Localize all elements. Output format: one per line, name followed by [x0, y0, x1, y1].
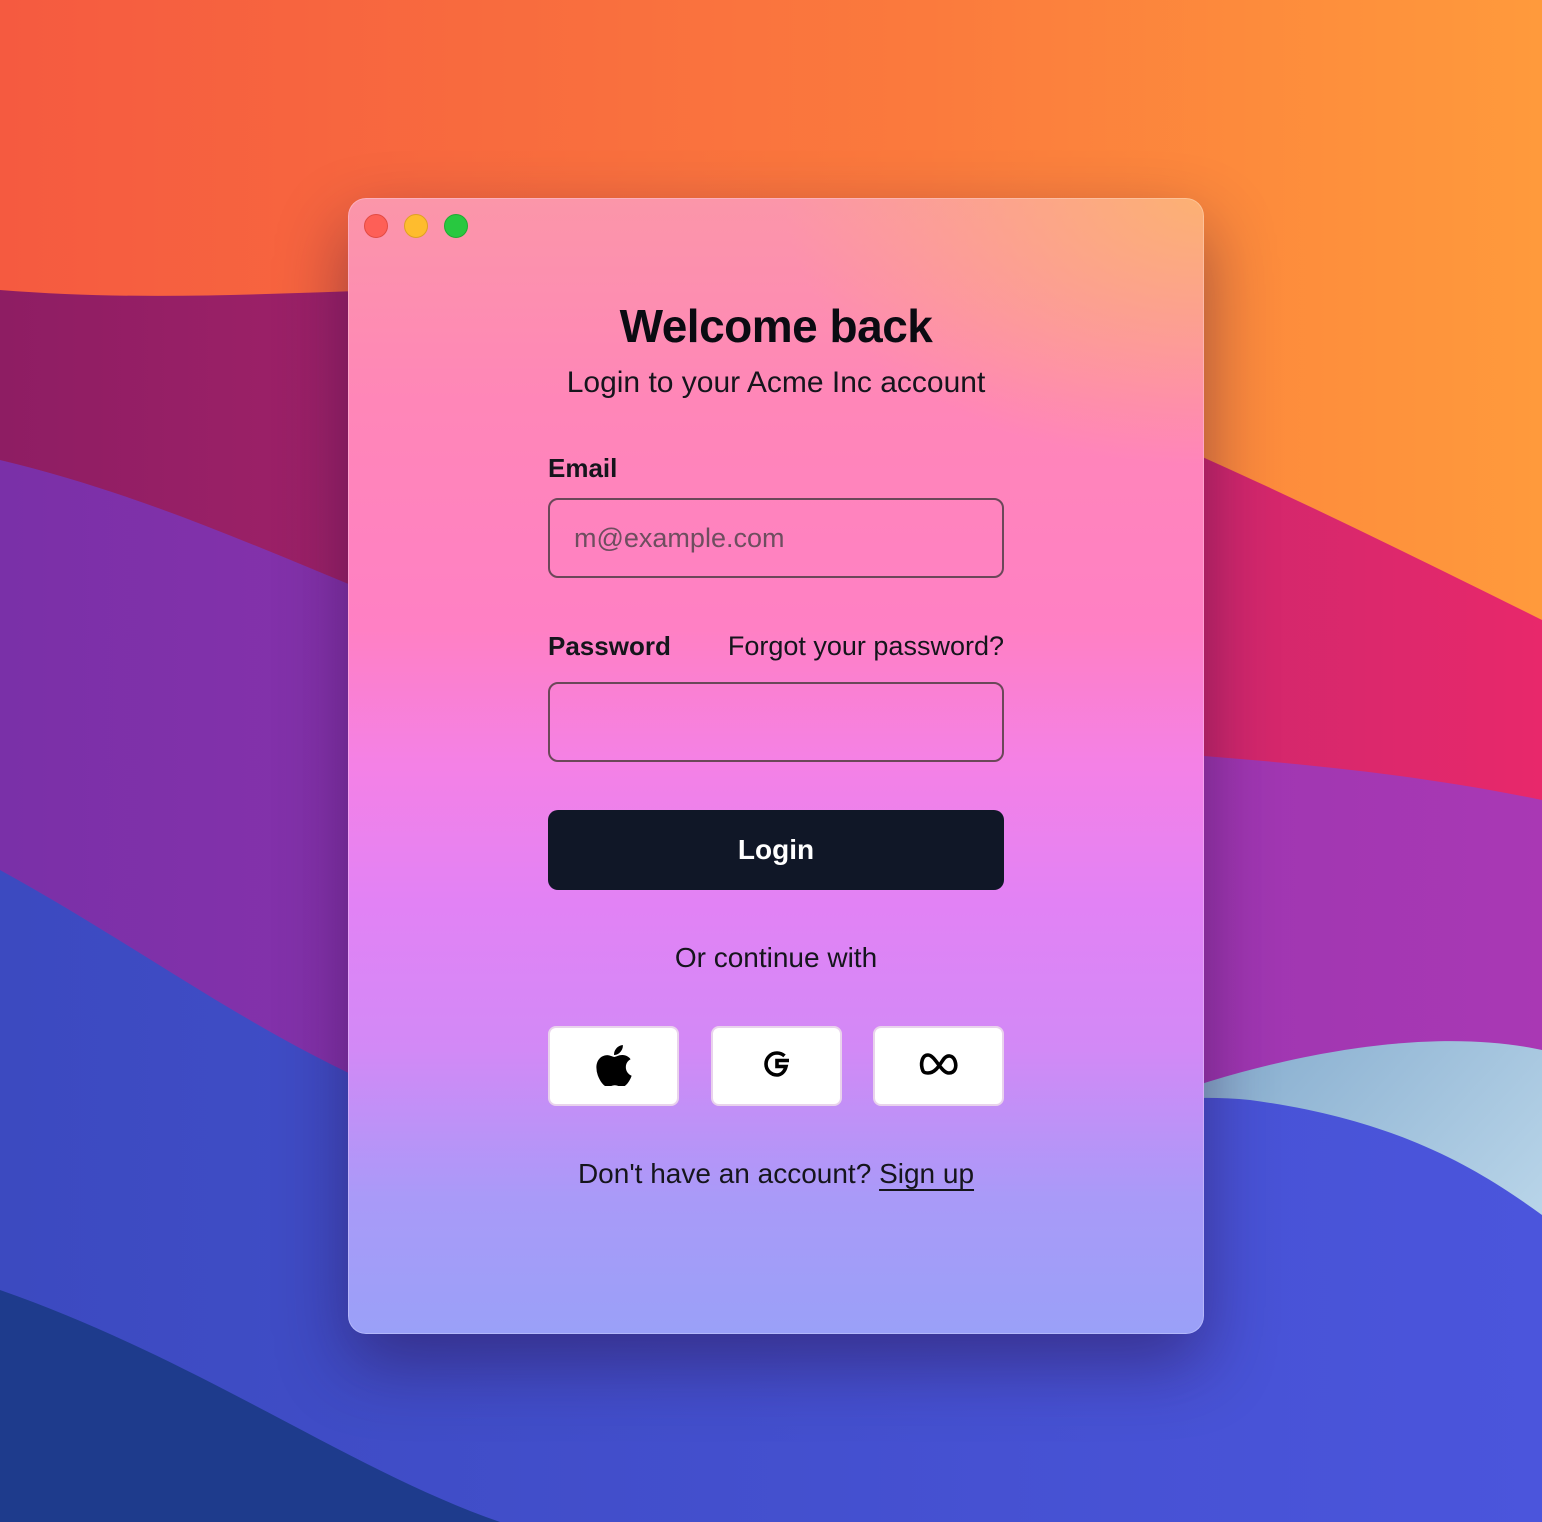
window-close-button[interactable] — [364, 214, 388, 238]
continue-with-label: Or continue with — [674, 942, 878, 973]
google-login-button[interactable] — [711, 1026, 842, 1106]
password-label: Password — [548, 631, 671, 661]
window-minimize-button[interactable] — [404, 214, 428, 238]
page-title: Welcome back — [619, 300, 933, 352]
email-field[interactable] — [548, 498, 1004, 578]
meta-login-button[interactable] — [873, 1026, 1004, 1106]
forgot-password-link[interactable]: Forgot your password? — [728, 630, 1004, 662]
meta-icon — [917, 1050, 961, 1083]
apple-login-button[interactable] — [548, 1026, 679, 1106]
signup-prompt: Don't have an account? — [577, 1158, 880, 1189]
login-window: Welcome back Login to your Acme Inc acco… — [348, 198, 1204, 1334]
apple-icon — [594, 1042, 634, 1091]
password-field[interactable] — [548, 682, 1004, 762]
login-button[interactable]: Login — [548, 810, 1004, 890]
window-maximize-button[interactable] — [444, 214, 468, 238]
desktop: Welcome back Login to your Acme Inc acco… — [0, 0, 1542, 1522]
email-label: Email — [548, 453, 618, 483]
page-subtitle: Login to your Acme Inc account — [566, 366, 986, 399]
google-icon — [759, 1046, 795, 1087]
signup-row: Don't have an account? Sign up — [548, 1156, 1004, 1192]
signup-link[interactable]: Sign up — [879, 1158, 974, 1189]
